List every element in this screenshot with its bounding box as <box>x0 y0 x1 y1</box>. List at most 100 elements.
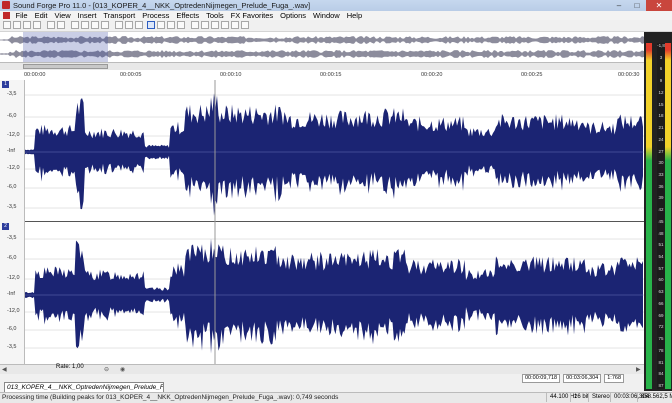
meter-tick-label: 27 <box>658 148 664 154</box>
meter-tick-label: 54 <box>658 254 664 260</box>
meter-tick-label: 78 <box>658 347 664 353</box>
app-icon[interactable] <box>2 1 10 9</box>
document-icon[interactable] <box>3 12 10 19</box>
time-label: 00:00:25 <box>521 72 543 78</box>
marker-icon[interactable] <box>241 21 249 29</box>
undo-icon[interactable] <box>115 21 123 29</box>
meter-tick-label: 69 <box>658 312 664 318</box>
channel-1-button[interactable]: 1 <box>2 81 9 88</box>
bit-depth: 16 bit <box>570 393 589 402</box>
db-label: -12,0 <box>7 132 20 138</box>
meter-tick-label: 72 <box>658 324 664 330</box>
properties-icon[interactable] <box>57 21 65 29</box>
overview-scrollbar[interactable] <box>0 62 644 70</box>
menu-file[interactable]: File <box>12 11 31 20</box>
mix-paste-icon[interactable] <box>101 21 109 29</box>
trim-icon[interactable] <box>191 21 199 29</box>
menu-tools[interactable]: Tools <box>203 11 228 20</box>
normalize-icon[interactable] <box>211 21 219 29</box>
menu-window[interactable]: Window <box>310 11 344 20</box>
meter-tick-label: 66 <box>658 300 664 306</box>
db-label: -6,0 <box>7 326 17 332</box>
waveform-display[interactable] <box>25 80 644 364</box>
toolbar <box>0 20 672 32</box>
selection-status: 00:00:09,718 00:03:06,304 1:768 <box>522 374 644 383</box>
selection-start-field[interactable]: 00:00:09,718 <box>522 374 561 383</box>
overview-view-window[interactable] <box>23 32 108 62</box>
menu-insert[interactable]: Insert <box>74 11 100 20</box>
paste-icon[interactable] <box>91 21 99 29</box>
redo-icon[interactable] <box>125 21 133 29</box>
overview-scroll-thumb[interactable] <box>23 64 108 69</box>
meter-tick-label: 48 <box>658 230 664 236</box>
meter-tick-label: 12 <box>658 89 664 95</box>
db-label: -12,0 <box>7 275 20 281</box>
time-label: 00:00:15 <box>320 72 342 78</box>
menu-options[interactable]: Options <box>277 11 310 20</box>
edit-tool-icon[interactable] <box>147 21 155 29</box>
envelope-tool-icon[interactable] <box>177 21 185 29</box>
db-label: -3,5 <box>7 235 17 241</box>
cut-icon[interactable] <box>71 21 79 29</box>
db-label: -Inf <box>7 291 15 297</box>
scroll-right-icon[interactable]: ▶ <box>636 366 641 373</box>
copy-icon[interactable] <box>81 21 89 29</box>
db-label: -12,0 <box>7 308 20 314</box>
meter-tick-label: 57 <box>658 265 664 271</box>
menu-help[interactable]: Help <box>343 11 365 20</box>
close-button[interactable]: ✕ <box>646 0 672 11</box>
save-icon[interactable] <box>23 21 31 29</box>
menu-process[interactable]: Process <box>139 11 173 20</box>
save-all-icon[interactable] <box>33 21 41 29</box>
meter-left <box>646 43 652 389</box>
menu-effects[interactable]: Effects <box>173 11 203 20</box>
meter-tick-label: 63 <box>658 289 664 295</box>
meter-tick-label: 45 <box>658 218 664 224</box>
rate-slider-icon[interactable]: ◉ <box>120 366 125 373</box>
playlist-icon[interactable] <box>231 21 239 29</box>
maximize-button[interactable]: □ <box>628 0 646 11</box>
scroll-left-icon[interactable]: ◀ <box>2 366 7 373</box>
meter-right <box>665 43 671 389</box>
zoom-slider-thumb[interactable]: ⊖ <box>104 366 109 373</box>
repeat-icon[interactable] <box>135 21 143 29</box>
new-file-icon[interactable] <box>3 21 11 29</box>
minimize-button[interactable]: – <box>610 0 628 11</box>
menu-bar: File Edit View Insert Transport Process … <box>0 11 672 20</box>
open-file-icon[interactable] <box>13 21 21 29</box>
meter-tick-label: 24 <box>658 136 664 142</box>
channel-2-button[interactable]: 2 <box>2 223 9 230</box>
render-icon[interactable] <box>47 21 55 29</box>
menu-edit[interactable]: Edit <box>31 11 51 20</box>
db-label: -6,0 <box>7 184 17 190</box>
db-label: -6,0 <box>7 113 17 119</box>
meter-tick-label: 87 <box>658 383 664 388</box>
menu-fx-favorites[interactable]: FX Favorites <box>227 11 277 20</box>
menu-view[interactable]: View <box>51 11 74 20</box>
overview-waveform[interactable] <box>0 32 644 62</box>
level-meters[interactable]: -1,8 3 6 9 12 15 18 21 24 27 30 33 36 39 42 45 48 51 54 57 6… <box>644 32 672 391</box>
menu-transport[interactable]: Transport <box>100 11 139 20</box>
waveform-channel-2 <box>25 238 643 354</box>
channel-mode: Stereo <box>588 393 610 402</box>
meter-tick-label: 3 <box>659 54 663 60</box>
selection-length-field[interactable]: 00:03:06,304 <box>563 374 602 383</box>
meter-tick-label: 42 <box>658 207 664 213</box>
mute-icon[interactable] <box>201 21 209 29</box>
zoom-ratio-field[interactable]: 1:768 <box>604 374 625 383</box>
meter-tick-label: 30 <box>658 160 664 166</box>
document-tab[interactable]: 013_KOPER_4__NKK_OptredenNijmegen_Prelud… <box>4 382 164 392</box>
fade-icon[interactable] <box>221 21 229 29</box>
meter-tick-label: 75 <box>658 336 664 342</box>
meter-tick-label: 39 <box>658 195 664 201</box>
time-label: 00:00:00 <box>24 72 46 78</box>
time-label: 00:00:20 <box>421 72 443 78</box>
meter-tick-label: 60 <box>658 277 664 283</box>
horizontal-scrollbar[interactable]: ◀ ⊖ ◉ ▶ <box>0 364 644 374</box>
overview-bar[interactable] <box>0 32 644 70</box>
db-scale-column: 1 -3,5 -6,0 -12,0 -Inf -12,0 -6,0 -3,5 2… <box>0 80 25 364</box>
magnify-tool-icon[interactable] <box>157 21 165 29</box>
meter-scale: -1,8 3 6 9 12 15 18 21 24 27 30 33 36 39 42 45 48 51 54 57 6… <box>657 43 665 389</box>
disk-space: 858.562,5 MB <box>637 393 672 402</box>
pencil-tool-icon[interactable] <box>167 21 175 29</box>
